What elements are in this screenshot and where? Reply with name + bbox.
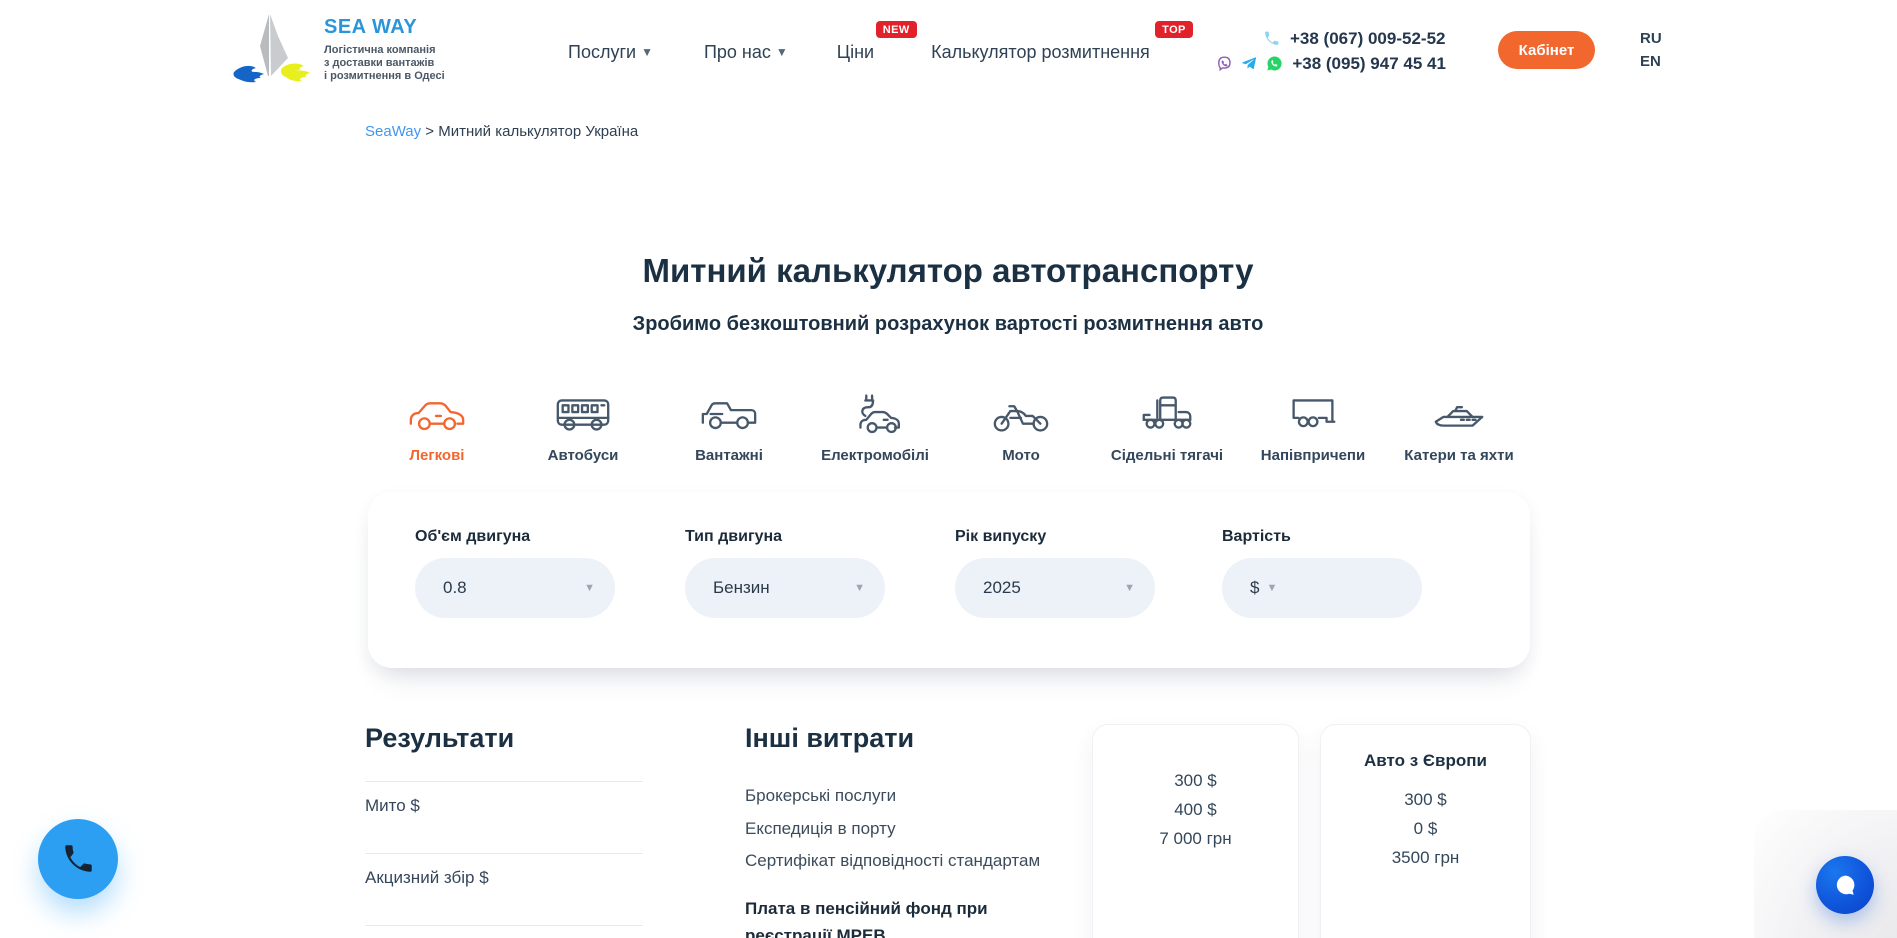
price-card-general: 300 $ 400 $ 7 000 грн	[1092, 724, 1299, 938]
engine-volume-group: Об'єм двигуна 0.8 ▼	[415, 528, 615, 618]
price-values: 300 $ 0 $ 3500 грн	[1321, 785, 1530, 872]
customs-calculator-page: SEA WAY Логістична компанія з доставки в…	[0, 0, 1897, 938]
tab-semi-tractors[interactable]: Сідельні тягачі	[1094, 390, 1240, 464]
cost-item-port: Експедиція в порту	[745, 819, 896, 839]
nav-customs-calculator[interactable]: Калькулятор розмитненняTOP	[931, 42, 1150, 63]
top-badge: TOP	[1155, 21, 1193, 38]
nav-about[interactable]: Про нас▼	[704, 42, 788, 63]
viber-icon[interactable]	[1216, 55, 1233, 72]
results-title: Результати	[365, 723, 514, 754]
phone-number-1[interactable]: +38 (067) 009-52-52	[1290, 29, 1468, 49]
lang-en[interactable]: EN	[1640, 50, 1662, 73]
cost-group: Вартість $ ▼	[1222, 528, 1422, 618]
tab-trucks[interactable]: Вантажні	[656, 390, 802, 464]
chevron-down-icon: ▼	[854, 582, 865, 594]
price-card-europe: Авто з Європи 300 $ 0 $ 3500 грн	[1320, 724, 1531, 938]
whatsapp-icon[interactable]	[1266, 55, 1283, 72]
phone-number-2[interactable]: +38 (095) 947 45 41	[1292, 54, 1468, 74]
divider	[365, 781, 643, 782]
paper-boat-logo-icon	[222, 6, 322, 92]
header-contacts: +38 (067) 009-52-52 +38 (095) 947 45 41	[1208, 26, 1468, 76]
main-nav: Послуги▼ Про нас▼ ЦіниNEW Калькулятор ро…	[568, 42, 1150, 63]
nav-prices[interactable]: ЦіниNEW	[837, 42, 874, 63]
nav-services[interactable]: Послуги▼	[568, 42, 653, 63]
cost-item-pension-fund: Плата в пенсійний фонд при реєстрації МР…	[745, 895, 1027, 938]
divider	[365, 925, 643, 926]
year-group: Рік випуску 2025 ▼	[955, 528, 1155, 618]
year-select[interactable]: 2025 ▼	[955, 558, 1155, 618]
phone-row-2: +38 (095) 947 45 41	[1208, 51, 1468, 76]
year-label: Рік випуску	[955, 528, 1155, 546]
tab-buses[interactable]: Автобуси	[510, 390, 656, 464]
motorcycle-icon	[990, 390, 1052, 438]
chat-bubble-icon	[1830, 870, 1860, 900]
language-switcher: RU EN	[1640, 27, 1662, 73]
tab-electric-cars[interactable]: Електромобілі	[802, 390, 948, 464]
semi-trailer-icon	[1282, 390, 1344, 438]
breadcrumb-separator: >	[421, 123, 438, 140]
other-costs-title: Інші витрати	[745, 723, 914, 754]
vehicle-type-tabs: Легкові Автобуси Вантажні Електромобілі …	[364, 390, 1534, 464]
tab-cars[interactable]: Легкові	[364, 390, 510, 464]
tab-boats-yachts[interactable]: Катери та яхти	[1386, 390, 1532, 464]
chevron-down-icon: ▼	[641, 45, 653, 59]
logo-subtitle: Логістична компанія з доставки вантажів …	[324, 44, 445, 83]
page-subtitle: Зробимо безкоштовний розрахунок вартості…	[365, 313, 1531, 336]
electric-car-icon	[844, 390, 906, 438]
chevron-down-icon: ▼	[1266, 582, 1277, 594]
cost-item-certificate: Сертифікат відповідності стандартам	[745, 851, 1040, 871]
cost-input[interactable]: $ ▼	[1222, 558, 1422, 618]
chevron-down-icon: ▼	[1124, 582, 1135, 594]
cabinet-button[interactable]: Кабінет	[1498, 31, 1595, 69]
calculator-form-card: Об'єм двигуна 0.8 ▼ Тип двигуна Бензин ▼…	[368, 492, 1530, 668]
engine-volume-select[interactable]: 0.8 ▼	[415, 558, 615, 618]
logo[interactable]: SEA WAY Логістична компанія з доставки в…	[222, 6, 445, 92]
result-duty: Мито $	[365, 796, 420, 816]
price-card-title: Авто з Європи	[1321, 751, 1530, 772]
cost-item-broker: Брокерські послуги	[745, 786, 896, 806]
result-excise: Акцизний збір $	[365, 868, 489, 888]
breadcrumb: SeaWay > Митний калькулятор Україна	[365, 123, 638, 140]
bus-icon	[552, 390, 614, 438]
car-icon	[406, 390, 468, 438]
yacht-icon	[1428, 390, 1490, 438]
phone-icon	[61, 842, 95, 876]
lang-ru[interactable]: RU	[1640, 27, 1662, 50]
engine-type-group: Тип двигуна Бензин ▼	[685, 528, 885, 618]
engine-volume-label: Об'єм двигуна	[415, 528, 615, 546]
chevron-down-icon: ▼	[776, 45, 788, 59]
logo-text: SEA WAY Логістична компанія з доставки в…	[324, 16, 445, 83]
telegram-icon[interactable]	[1241, 55, 1258, 72]
divider	[365, 853, 643, 854]
phone-icon	[1263, 30, 1280, 47]
breadcrumb-home-link[interactable]: SeaWay	[365, 123, 421, 140]
header: SEA WAY Логістична компанія з доставки в…	[0, 0, 1897, 103]
breadcrumb-current: Митний калькулятор Україна	[438, 123, 638, 140]
call-fab-button[interactable]	[38, 819, 118, 899]
chat-fab-button[interactable]	[1816, 856, 1874, 914]
cost-label: Вартість	[1222, 528, 1422, 546]
new-badge: NEW	[876, 21, 917, 38]
chevron-down-icon: ▼	[584, 582, 595, 594]
engine-type-label: Тип двигуна	[685, 528, 885, 546]
page-title: Митний калькулятор автотранспорту	[365, 252, 1531, 290]
logo-title: SEA WAY	[324, 16, 445, 39]
engine-type-select[interactable]: Бензин ▼	[685, 558, 885, 618]
tab-semi-trailers[interactable]: Напівпричепи	[1240, 390, 1386, 464]
tab-motorcycles[interactable]: Мото	[948, 390, 1094, 464]
price-values: 300 $ 400 $ 7 000 грн	[1093, 766, 1298, 853]
semi-truck-icon	[1136, 390, 1198, 438]
phone-row-1: +38 (067) 009-52-52	[1208, 26, 1468, 51]
truck-icon	[698, 390, 760, 438]
